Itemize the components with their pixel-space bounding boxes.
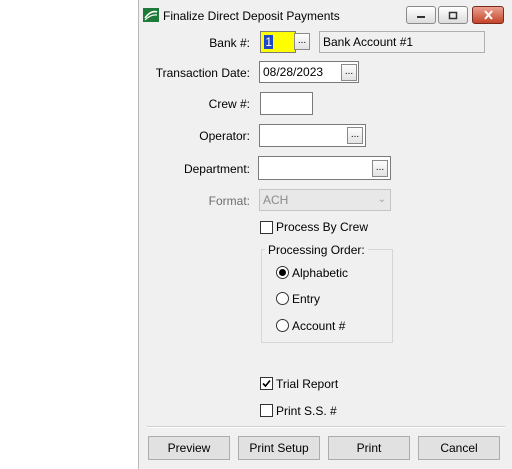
print-ss-checkbox[interactable] — [260, 404, 273, 417]
app-logo-icon — [143, 8, 159, 22]
chevron-down-icon: ⌄ — [377, 194, 386, 205]
format-select[interactable]: ACH ⌄ — [259, 189, 391, 211]
radio-selected-dot — [279, 269, 286, 276]
print-setup-button[interactable]: Print Setup — [238, 436, 320, 460]
trial-report-label: Trial Report — [276, 377, 339, 391]
maximize-button[interactable] — [438, 6, 468, 24]
bank-label: Bank #: — [209, 36, 250, 50]
transaction-date-picker-button[interactable]: ... — [341, 64, 357, 81]
minimize-icon — [417, 16, 425, 18]
radio-entry[interactable] — [276, 292, 289, 305]
preview-button[interactable]: Preview — [148, 436, 230, 460]
crew-input[interactable] — [260, 92, 313, 115]
radio-entry-label: Entry — [292, 292, 321, 306]
cancel-button[interactable]: Cancel — [418, 436, 500, 460]
bank-description: Bank Account #1 — [319, 31, 485, 53]
print-button[interactable]: Print — [328, 436, 410, 460]
radio-account[interactable] — [276, 319, 289, 332]
maximize-icon — [448, 11, 458, 19]
process-by-crew-checkbox[interactable] — [260, 221, 273, 234]
bank-browse-button[interactable]: ... — [294, 33, 310, 50]
operator-label: Operator: — [199, 129, 250, 143]
crew-label: Crew #: — [208, 97, 250, 111]
footer-divider — [147, 426, 505, 428]
radio-alphabetic-label: Alphabetic — [292, 266, 349, 280]
close-icon — [483, 10, 493, 20]
transaction-date-label: Transaction Date: — [155, 66, 250, 80]
print-ss-label: Print S.S. # — [276, 404, 337, 418]
operator-browse-button[interactable]: ... — [347, 127, 363, 144]
process-by-crew-label: Process By Crew — [276, 220, 369, 234]
bank-number-value: 1 — [264, 35, 273, 49]
window-title: Finalize Direct Deposit Payments — [163, 9, 340, 23]
radio-account-label: Account # — [292, 319, 346, 333]
dialog-window: Finalize Direct Deposit Payments Bank #:… — [138, 0, 512, 469]
department-browse-button[interactable]: ... — [372, 160, 388, 177]
processing-order-title: Processing Order: — [265, 243, 368, 257]
bank-number-input[interactable]: 1 — [260, 31, 296, 53]
department-label: Department: — [183, 162, 250, 176]
close-button[interactable] — [472, 6, 504, 24]
title-bar[interactable]: Finalize Direct Deposit Payments — [139, 0, 512, 31]
checkmark-icon — [262, 379, 271, 388]
minimize-button[interactable] — [406, 6, 436, 24]
radio-alphabetic[interactable] — [276, 266, 289, 279]
trial-report-checkbox[interactable] — [260, 377, 273, 390]
format-value: ACH — [263, 193, 289, 207]
format-label: Format: — [208, 194, 250, 208]
